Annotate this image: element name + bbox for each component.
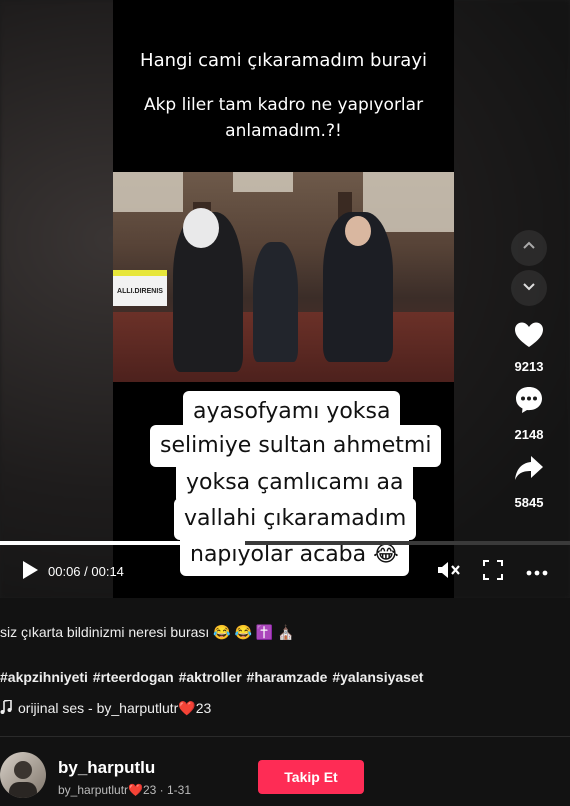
fullscreen-icon: [483, 559, 503, 585]
video-caption-line2: Akp liler tam kadro ne yapıyorlar anlama…: [113, 92, 454, 144]
play-button[interactable]: [18, 560, 42, 584]
mute-button[interactable]: [437, 560, 461, 584]
like-count: 9213: [514, 359, 544, 374]
next-video-button[interactable]: [511, 270, 547, 306]
video-player[interactable]: Hangi cami çıkaramadım burayi Akp liler …: [0, 0, 570, 598]
video-caption-line1: Hangi cami çıkaramadım burayi: [140, 50, 427, 71]
share-icon: [514, 454, 544, 487]
post-hashtags[interactable]: #akpzihniyeti #rteerdogan #aktroller #ha…: [0, 669, 423, 685]
music-note-icon: [0, 699, 12, 717]
video-caption-line2-text: Akp liler tam kadro ne yapıyorlar: [143, 95, 424, 115]
volume-muted-icon: [437, 559, 461, 586]
share-count: 5845: [514, 495, 544, 510]
fullscreen-button[interactable]: [481, 559, 505, 585]
playback-time: 00:06 / 00:14: [48, 564, 124, 579]
comment-count: 2148: [514, 427, 544, 442]
player-controls: 00:06 / 00:14: [0, 552, 570, 592]
progress-fill: [0, 541, 246, 545]
music-link[interactable]: orijinal ses - by_harputlutr❤️23: [0, 699, 212, 717]
video-caption-line3-text: anlamadım.?!: [225, 121, 342, 141]
chevron-up-icon: [521, 238, 537, 259]
author-username[interactable]: by_harputlu: [58, 758, 155, 778]
like-button[interactable]: [512, 320, 546, 354]
comment-icon: [514, 385, 544, 420]
video-sign: ALLI.DIRENIS: [113, 270, 167, 306]
author-subline: by_harputlutr❤️23 · 1-31: [58, 783, 192, 797]
music-label: orijinal ses - by_harputlutr❤️23: [18, 700, 212, 716]
divider: [0, 736, 570, 737]
progress-bar[interactable]: [0, 541, 570, 545]
chevron-down-icon: [521, 278, 537, 299]
tiktok-watermark: TikTok: [365, 418, 400, 432]
share-button[interactable]: [512, 453, 546, 487]
comment-button[interactable]: [512, 385, 546, 419]
more-button[interactable]: [525, 560, 549, 584]
previous-video-button[interactable]: [511, 230, 547, 266]
follow-button[interactable]: Takip Et: [258, 760, 364, 794]
play-icon: [20, 559, 40, 586]
post-description: siz çıkarta bildinizmi neresi burası 😂 😂…: [0, 624, 295, 640]
avatar[interactable]: [0, 752, 46, 798]
more-icon: [526, 563, 548, 581]
heart-icon: [514, 321, 544, 354]
